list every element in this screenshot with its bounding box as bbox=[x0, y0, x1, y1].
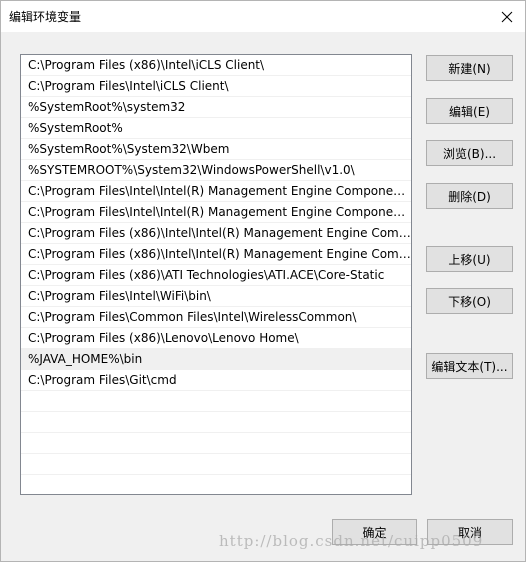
close-button[interactable] bbox=[489, 1, 525, 32]
delete-button[interactable]: 删除(D) bbox=[426, 183, 513, 209]
list-item[interactable]: C:\Program Files\Common Files\Intel\Wire… bbox=[21, 307, 411, 328]
empty-list-row[interactable] bbox=[21, 433, 411, 454]
list-item[interactable]: C:\Program Files\Intel\Intel(R) Manageme… bbox=[21, 181, 411, 202]
empty-list-row[interactable] bbox=[21, 412, 411, 433]
list-item[interactable]: %SystemRoot%\system32 bbox=[21, 97, 411, 118]
browse-button[interactable]: 浏览(B)... bbox=[426, 140, 513, 166]
list-item[interactable]: C:\Program Files (x86)\Intel\Intel(R) Ma… bbox=[21, 223, 411, 244]
list-item[interactable]: C:\Program Files (x86)\Intel\iCLS Client… bbox=[21, 55, 411, 76]
list-item[interactable]: %SYSTEMROOT%\System32\WindowsPowerShell\… bbox=[21, 160, 411, 181]
move-down-button[interactable]: 下移(O) bbox=[426, 288, 513, 314]
edit-env-var-dialog: 编辑环境变量 C:\Program Files (x86)\Intel\iCLS… bbox=[0, 0, 526, 562]
list-item[interactable]: C:\Program Files\Intel\iCLS Client\ bbox=[21, 76, 411, 97]
ok-button[interactable]: 确定 bbox=[332, 519, 417, 545]
empty-list-row[interactable] bbox=[21, 391, 411, 412]
list-item[interactable]: C:\Program Files (x86)\Intel\Intel(R) Ma… bbox=[21, 244, 411, 265]
empty-list-row[interactable] bbox=[21, 475, 411, 494]
edit-text-button[interactable]: 编辑文本(T)... bbox=[426, 353, 513, 379]
move-up-button[interactable]: 上移(U) bbox=[426, 246, 513, 272]
new-button[interactable]: 新建(N) bbox=[426, 55, 513, 81]
close-icon bbox=[501, 11, 513, 22]
window-title: 编辑环境变量 bbox=[9, 10, 82, 24]
list-item[interactable]: C:\Program Files (x86)\ATI Technologies\… bbox=[21, 265, 411, 286]
cancel-button[interactable]: 取消 bbox=[427, 519, 513, 545]
list-item[interactable]: C:\Program Files\Git\cmd bbox=[21, 370, 411, 391]
list-item[interactable]: C:\Program Files\Intel\WiFi\bin\ bbox=[21, 286, 411, 307]
list-item[interactable]: C:\Program Files\Intel\Intel(R) Manageme… bbox=[21, 202, 411, 223]
list-item[interactable]: %JAVA_HOME%\bin bbox=[21, 349, 411, 370]
empty-list-row[interactable] bbox=[21, 454, 411, 475]
list-item[interactable]: %SystemRoot%\System32\Wbem bbox=[21, 139, 411, 160]
list-item[interactable]: %SystemRoot% bbox=[21, 118, 411, 139]
list-item[interactable]: C:\Program Files (x86)\Lenovo\Lenovo Hom… bbox=[21, 328, 411, 349]
path-list[interactable]: C:\Program Files (x86)\Intel\iCLS Client… bbox=[20, 54, 412, 495]
edit-button[interactable]: 编辑(E) bbox=[426, 98, 513, 124]
title-bar: 编辑环境变量 bbox=[1, 1, 525, 32]
